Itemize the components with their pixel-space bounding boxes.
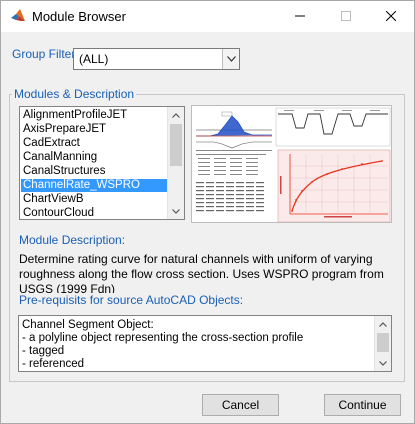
list-item[interactable]: AlignmentProfileJET	[21, 109, 167, 122]
chevron-down-icon	[226, 56, 236, 62]
list-item[interactable]: CadExtract	[21, 137, 167, 150]
minimize-button[interactable]	[277, 1, 323, 31]
group-filter-select[interactable]: (ALL)	[73, 48, 240, 70]
list-item[interactable]: CanalManning	[21, 151, 167, 164]
chevron-up-icon	[379, 321, 387, 327]
list-item[interactable]: AxisPrepareJET	[21, 123, 167, 136]
module-browser-window: Module Browser Group Filter (ALL) Module…	[0, 0, 415, 424]
scroll-down-button[interactable]	[375, 355, 391, 371]
prerequisites-label: Pre-requisits for source AutoCAD Objects…	[19, 293, 244, 307]
modules-groupbox-title: Modules & Description	[12, 87, 137, 101]
close-icon	[386, 11, 396, 21]
chevron-down-icon	[379, 360, 387, 366]
close-button[interactable]	[368, 1, 414, 31]
chevron-down-icon	[172, 208, 180, 214]
matlab-icon	[11, 9, 25, 21]
list-item[interactable]: ContourCloud	[21, 207, 167, 219]
module-list[interactable]: AlignmentProfileJET AxisPrepareJET CadEx…	[19, 106, 185, 220]
module-list-scrollbar[interactable]	[167, 107, 184, 219]
continue-button[interactable]: Continue	[324, 394, 401, 416]
channel-profile-thumbnail	[275, 107, 391, 147]
scroll-thumb[interactable]	[170, 124, 182, 166]
dropdown-arrow[interactable]	[222, 49, 239, 69]
prerequisite-line: - a polyline object representing the cro…	[22, 332, 304, 344]
maximize-button[interactable]	[323, 1, 369, 31]
prerequisite-line: Channel Segment Object:	[22, 319, 154, 331]
module-description-label: Module Description:	[19, 233, 126, 247]
module-description-text: Determine rating curve for natural chann…	[19, 252, 384, 296]
prerequisites-textarea[interactable]: Channel Segment Object: - a polyline obj…	[18, 315, 392, 372]
list-item[interactable]: ChartViewB	[21, 193, 167, 206]
window-title: Module Browser	[32, 9, 126, 24]
list-item-selected[interactable]: ChannelRate_WSPRO	[21, 179, 167, 192]
maximize-icon	[341, 11, 351, 21]
scroll-down-button[interactable]	[168, 203, 184, 219]
cancel-button[interactable]: Cancel	[202, 394, 279, 416]
rating-curve-thumbnail	[277, 149, 391, 222]
scroll-up-button[interactable]	[375, 316, 391, 332]
title-bar[interactable]: Module Browser	[1, 1, 414, 32]
preview-collage-image	[192, 106, 391, 222]
scroll-thumb[interactable]	[377, 333, 389, 352]
group-filter-value: (ALL)	[79, 52, 109, 66]
chevron-up-icon	[172, 112, 180, 118]
list-item[interactable]: CanalStructures	[21, 165, 167, 178]
minimize-icon	[295, 15, 305, 17]
group-filter-label: Group Filter	[12, 47, 76, 61]
scroll-up-button[interactable]	[168, 107, 184, 123]
prerequisite-line: - tagged	[22, 345, 65, 357]
prerequisites-scrollbar[interactable]	[374, 316, 391, 371]
prerequisite-line: - referenced	[22, 358, 85, 370]
module-preview-image	[191, 105, 392, 223]
